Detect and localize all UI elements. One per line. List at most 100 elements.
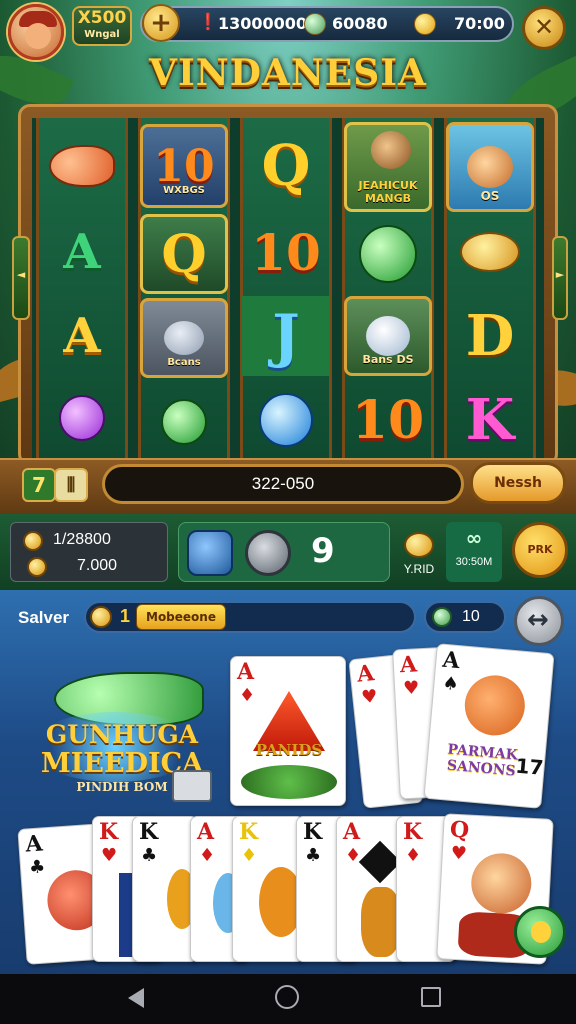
level-badge[interactable]: X500 Wngal [72, 6, 132, 46]
diamond-icon [358, 840, 402, 884]
card-rank: A [237, 659, 255, 685]
card-rank: K [403, 819, 423, 845]
symbol-10: 10 [251, 222, 321, 282]
settings-button[interactable]: ✕ [522, 6, 566, 50]
next-button[interactable]: Nessh [470, 462, 566, 504]
card-suit: ♣ [305, 845, 322, 866]
card-rank: K [139, 819, 159, 845]
symbol-squirrel: OS [446, 122, 534, 212]
autoplay-button[interactable] [187, 530, 233, 576]
card-rank: Q [449, 816, 470, 844]
coin-icon [404, 532, 434, 558]
progress-pill [84, 601, 416, 633]
balance-primary: 13000000 [218, 14, 308, 33]
monkey-icon [371, 131, 411, 169]
free-spins-count: 9 [311, 531, 335, 571]
coin-icon [23, 531, 43, 551]
level-value: X500 [77, 8, 127, 28]
fan-card-3[interactable]: A ♠ PARMAK SANONS 17 [423, 643, 555, 809]
hand-card-5[interactable]: K ♦ [232, 816, 304, 962]
bird-icon [164, 321, 204, 355]
card-suit: ♥ [402, 677, 420, 700]
timer-box: ∞ 30:50M [446, 522, 502, 582]
reel-right-button[interactable]: ► [552, 236, 568, 320]
coin-icon [531, 921, 551, 943]
gold-coin-icon [414, 13, 436, 35]
squirrel-icon [467, 146, 513, 188]
spin-button[interactable]: PRK [512, 522, 568, 578]
card-rank: A [343, 819, 361, 845]
symbol-bird-stone: Bcans [140, 298, 228, 378]
home-icon[interactable] [275, 985, 299, 1009]
card-rank: K [303, 819, 323, 845]
gem-icon [432, 607, 452, 627]
balance-coins: 70:00 [454, 14, 505, 33]
bet-number: 1 [120, 606, 131, 626]
card-suit: ♦ [199, 845, 216, 866]
symbol-10-wild: 10 WXBGS [140, 124, 228, 208]
bolt-icon: ❗ [198, 12, 218, 31]
lines-button[interactable]: 7 [22, 468, 56, 502]
symbol-green-orb [140, 382, 228, 462]
reel-left-button[interactable]: ◄ [12, 236, 30, 320]
fox-icon [462, 672, 528, 738]
card-suit: ♦ [405, 845, 422, 866]
collect-button[interactable] [514, 906, 566, 958]
game-title: VINDANESIA [149, 52, 427, 94]
green-orb-icon [161, 399, 207, 445]
bird-icon [366, 316, 410, 356]
card-suit: ♥ [360, 685, 379, 709]
card-suit: ♥ [450, 842, 468, 865]
gem-count: 10 [462, 608, 480, 625]
card-number: 17 [514, 753, 545, 780]
symbol-green-orb [344, 214, 432, 294]
add-currency-button[interactable]: + [142, 4, 180, 42]
mode-tag[interactable]: Mobeeone [136, 604, 226, 630]
symbol-a-gold: A [63, 308, 101, 364]
symbol-d: D [465, 303, 515, 369]
card-rank: A [24, 830, 44, 858]
symbol-monkey: JEAHICUK MANGB [344, 122, 432, 212]
card-suit: ♣ [141, 845, 158, 866]
gem-icon [304, 13, 326, 35]
chest-icon [172, 770, 212, 802]
wallet-ratio: 1/28800 [53, 531, 111, 548]
wallet-amount: 7.000 [77, 557, 118, 574]
featured-card[interactable]: A ♦ PANIDS [230, 656, 346, 806]
card-suit: ♥ [101, 845, 118, 866]
tiger-icon [361, 887, 401, 957]
avatar-face [25, 23, 51, 49]
bonus-label: Y.RID [403, 562, 435, 576]
symbol-k: K [465, 387, 515, 453]
hand-card-3[interactable]: K ♣ [132, 816, 198, 962]
logo-line-1: GUNHUGA [45, 720, 199, 749]
turbo-button[interactable] [245, 530, 291, 576]
coin-icon [27, 557, 47, 577]
paytable-button[interactable]: ⦀ [54, 468, 88, 502]
purple-orb-icon [59, 395, 105, 441]
recents-icon[interactable] [421, 987, 441, 1007]
treasure-icon [241, 765, 337, 799]
back-icon[interactable] [128, 988, 144, 1008]
bonus-coin[interactable]: Y.RID [398, 522, 440, 582]
spin-label: PRK [527, 543, 553, 556]
card-suit: ♠ [441, 672, 460, 696]
swap-button[interactable]: ↔ [514, 596, 564, 646]
card-rank: A [399, 651, 418, 679]
swap-icon: ↔ [527, 605, 549, 635]
chevron-right-icon: ► [555, 268, 565, 281]
balance-gems: 60080 [332, 14, 388, 33]
symbol-10: 10 [351, 389, 425, 451]
symbol-purple-orb [38, 378, 126, 458]
card-rank: K [99, 819, 119, 845]
bet-amount-field[interactable]: 322-050 [102, 464, 464, 504]
close-icon: ✕ [534, 13, 555, 41]
card-title: PANIDS [255, 741, 323, 759]
symbol-bird-bonus: Bans DS [344, 296, 432, 376]
green-orb-icon [359, 225, 417, 283]
symbol-a-green: A [63, 224, 101, 280]
monkey-icon [469, 851, 533, 915]
symbol-gold-bowl [446, 212, 534, 292]
bowl-icon [460, 232, 520, 272]
symbol-q-boxed: Q [140, 214, 228, 294]
